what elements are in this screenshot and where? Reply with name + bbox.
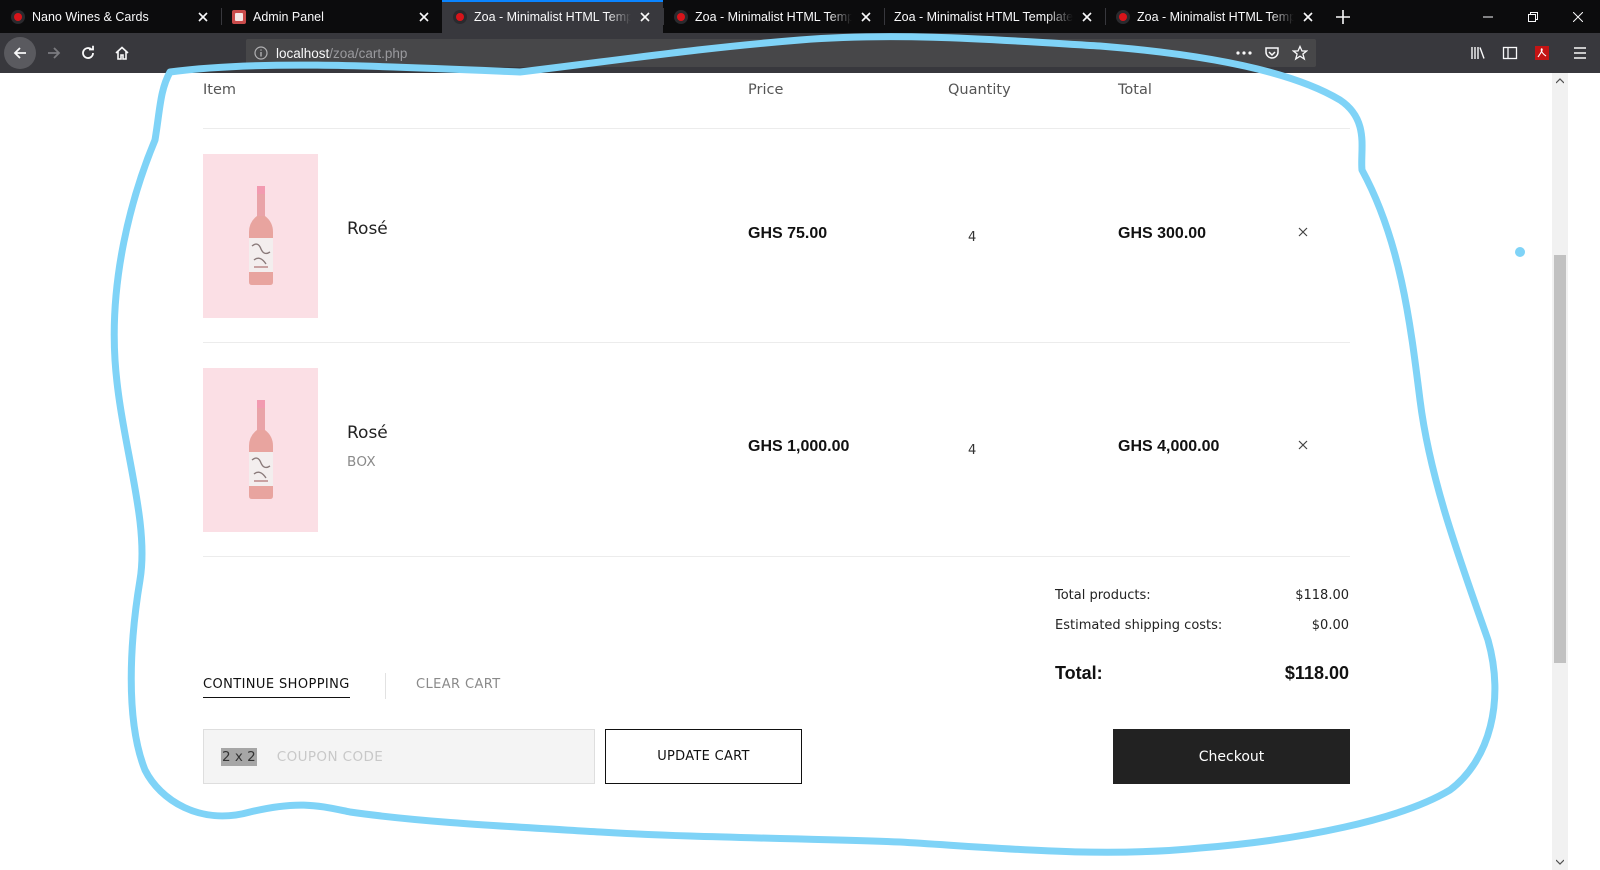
continue-shopping-link[interactable]: CONTINUE SHOPPING — [203, 677, 350, 698]
bookmark-star-icon[interactable] — [1290, 43, 1310, 63]
url-path: /zoa/cart.php — [329, 45, 408, 61]
page-actions-icon[interactable] — [1234, 43, 1254, 63]
right-gutter — [1568, 73, 1600, 870]
product-image[interactable] — [203, 368, 318, 532]
back-arrow-icon — [13, 47, 26, 59]
product-name[interactable]: Rosé — [347, 423, 388, 443]
navigation-toolbar: localhost/zoa/cart.php — [0, 33, 1600, 73]
pocket-icon[interactable] — [1262, 43, 1282, 63]
divider — [203, 128, 1350, 129]
new-tab-button[interactable] — [1326, 0, 1360, 33]
menu-hamburger-icon[interactable] — [1564, 37, 1596, 69]
item-total: GHS 300.00 — [1118, 225, 1207, 242]
wine-bottle-image — [248, 186, 273, 285]
grand-total-label: Total: — [1055, 663, 1103, 683]
tab-bar: Nano Wines & Cards Admin Panel Zoa - Min… — [0, 0, 1600, 33]
zoa-favicon-icon — [10, 9, 26, 25]
info-icon[interactable] — [254, 46, 268, 60]
clear-cart-link[interactable]: CLEAR CART — [416, 677, 501, 692]
tab-zoa-4[interactable]: Zoa - Minimalist HTML Template — [1105, 0, 1326, 33]
total-products-label: Total products: — [1055, 588, 1151, 603]
shipping-label: Estimated shipping costs: — [1055, 618, 1223, 633]
link-divider — [385, 673, 386, 699]
tab-zoa-3[interactable]: Zoa - Minimalist HTML Template P — [884, 0, 1105, 33]
close-icon[interactable] — [1079, 9, 1095, 25]
item-total: GHS 4,000.00 — [1118, 438, 1220, 455]
close-icon[interactable] — [416, 9, 432, 25]
tab-title: Admin Panel — [253, 9, 324, 24]
zoa-favicon-icon — [673, 9, 689, 25]
tab-title: Zoa - Minimalist HTML Template — [695, 9, 852, 24]
coupon-selected-text: 2 x 2 — [221, 747, 257, 766]
coupon-placeholder: COUPON CODE — [276, 748, 384, 765]
coupon-input[interactable]: 2 x 2 COUPON CODE — [203, 729, 595, 784]
zoa-favicon-icon — [452, 9, 468, 25]
address-bar[interactable]: localhost/zoa/cart.php — [246, 39, 1316, 67]
forward-button[interactable] — [38, 37, 70, 69]
tab-zoa-2[interactable]: Zoa - Minimalist HTML Template — [663, 0, 884, 33]
item-quantity[interactable]: 4 — [968, 230, 976, 245]
close-icon[interactable] — [858, 9, 874, 25]
header-item: Item — [203, 82, 237, 98]
cart-page: Item Price Quantity Total Rosé GHS 75.00… — [0, 73, 1552, 870]
remove-item-icon[interactable] — [1296, 225, 1310, 239]
reload-button[interactable] — [72, 37, 104, 69]
library-icon[interactable] — [1462, 37, 1494, 69]
divider — [203, 556, 1350, 557]
scrollbar-thumb[interactable] — [1554, 255, 1566, 663]
window-controls — [1465, 0, 1600, 33]
url-host: localhost — [276, 45, 330, 61]
checkout-button[interactable]: Checkout — [1113, 729, 1350, 784]
product-name[interactable]: Rosé — [347, 219, 388, 239]
sidebar-toggle-icon[interactable] — [1494, 37, 1526, 69]
tab-title: Zoa - Minimalist HTML Template — [474, 9, 631, 24]
header-price: Price — [748, 82, 784, 98]
tab-title: Nano Wines & Cards — [32, 9, 149, 24]
home-button[interactable] — [106, 37, 138, 69]
scroll-down-arrow-icon[interactable] — [1552, 854, 1568, 870]
minimize-button[interactable] — [1465, 0, 1510, 33]
forward-arrow-icon — [48, 47, 61, 59]
toolbar-right — [1462, 33, 1600, 73]
tab-nano-wines[interactable]: Nano Wines & Cards — [0, 0, 221, 33]
scroll-up-arrow-icon[interactable] — [1552, 73, 1568, 89]
url-actions — [1234, 39, 1310, 67]
close-icon[interactable] — [1300, 9, 1316, 25]
product-image[interactable] — [203, 154, 318, 318]
grand-total-value: $118.00 — [1284, 663, 1349, 683]
tab-zoa-cart-active[interactable]: Zoa - Minimalist HTML Template — [442, 0, 663, 33]
product-variant: BOX — [347, 454, 376, 470]
back-button[interactable] — [4, 37, 36, 69]
home-icon — [115, 46, 129, 60]
item-price: GHS 75.00 — [748, 225, 828, 242]
admin-favicon-icon — [231, 9, 247, 25]
close-icon[interactable] — [637, 9, 653, 25]
total-products-value: $118.00 — [1295, 588, 1349, 603]
shipping-value: $0.00 — [1311, 618, 1349, 633]
plus-icon — [1336, 9, 1350, 24]
header-quantity: Quantity — [948, 82, 1011, 98]
item-price: GHS 1,000.00 — [748, 438, 850, 455]
tab-admin-panel[interactable]: Admin Panel — [221, 0, 442, 33]
update-cart-button[interactable]: UPDATE CART — [605, 729, 802, 784]
tab-title: Zoa - Minimalist HTML Template P — [894, 9, 1073, 24]
pdf-extension-icon[interactable] — [1526, 37, 1558, 69]
window-close-button[interactable] — [1555, 0, 1600, 33]
vertical-scrollbar[interactable] — [1552, 73, 1568, 870]
tab-title: Zoa - Minimalist HTML Template — [1137, 9, 1294, 24]
close-icon[interactable] — [195, 9, 211, 25]
remove-item-icon[interactable] — [1296, 438, 1310, 452]
wine-bottle-image — [248, 400, 273, 499]
reload-icon — [82, 45, 94, 59]
divider — [203, 342, 1350, 343]
zoa-favicon-icon — [1115, 9, 1131, 25]
restore-button[interactable] — [1510, 0, 1555, 33]
header-total: Total — [1118, 82, 1152, 98]
item-quantity[interactable]: 4 — [968, 443, 976, 458]
